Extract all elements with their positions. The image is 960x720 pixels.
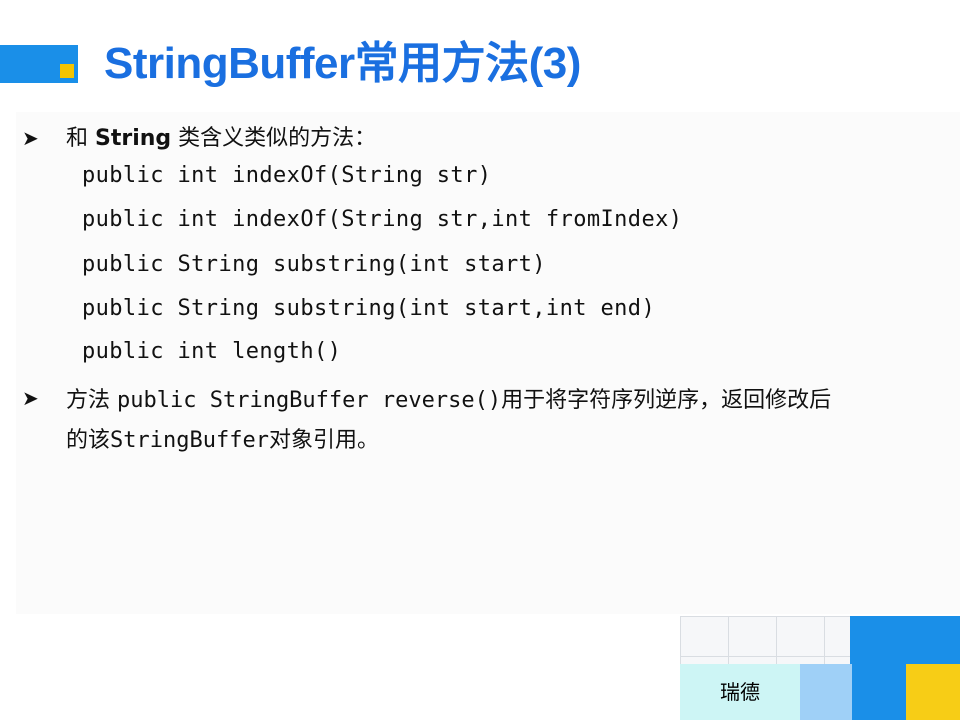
footer-label: 瑞德: [720, 680, 760, 704]
bullet-1-heading: 和 String 类含义类似的方法：: [66, 120, 376, 152]
bullet-2-code: public StringBuffer reverse(): [117, 388, 502, 413]
slide-title: StringBuffer常用方法(3): [104, 39, 581, 88]
bullet-2-line-1: 方法 public StringBuffer reverse()用于将字符序列逆…: [66, 382, 831, 414]
yellow-decoration-block: [906, 664, 960, 720]
bullet-arrow-icon: ➤: [22, 386, 39, 410]
bullet-2-line2-suffix: 对象引用。: [268, 428, 379, 453]
bullet-1-emphasis: String: [95, 126, 172, 151]
bullet-2-line-2: 的该StringBuffer对象引用。: [66, 422, 379, 454]
bullet-2-suffix: 用于将字符序列逆序，返回修改后: [501, 388, 832, 413]
bullet-1-suffix: 类含义类似的方法：: [171, 126, 377, 151]
light-blue-decoration-block: [800, 664, 852, 720]
code-line: public int indexOf(String str): [82, 163, 492, 188]
code-line: public String substring(int start): [82, 252, 546, 277]
code-line: public int indexOf(String str,int fromIn…: [82, 207, 683, 232]
bullet-1-prefix: 和: [66, 126, 95, 151]
slide: StringBuffer常用方法(3) ➤ 和 String 类含义类似的方法：…: [0, 0, 960, 720]
bullet-2-line2-prefix: 的该: [66, 428, 111, 453]
bullet-2-prefix: 方法: [66, 388, 117, 413]
title-accent-square: [60, 64, 74, 78]
code-line: public String substring(int start,int en…: [82, 296, 656, 321]
bullet-2-line2-code: StringBuffer: [110, 428, 269, 453]
code-line: public int length(): [82, 339, 342, 364]
bullet-arrow-icon: ➤: [22, 126, 39, 150]
